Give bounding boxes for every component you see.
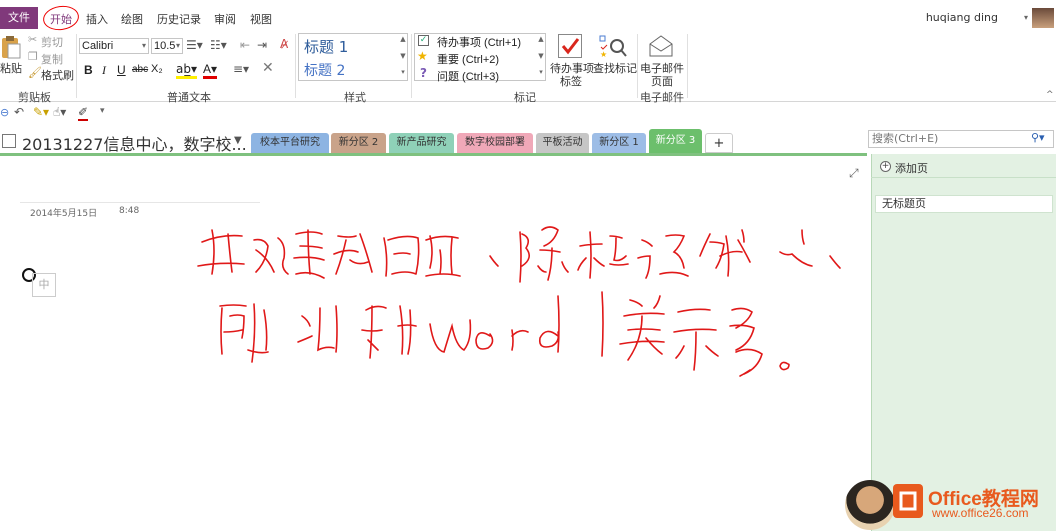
- tab-draw[interactable]: 绘图: [121, 11, 143, 27]
- notebook-icon[interactable]: [2, 134, 16, 148]
- subscript-button[interactable]: X₂: [151, 63, 163, 75]
- styles-scroll-down-icon[interactable]: ▼: [398, 52, 408, 60]
- copy-icon[interactable]: ❐: [28, 50, 38, 63]
- back-icon[interactable]: ⊖: [0, 106, 9, 119]
- font-color-icon[interactable]: A▾: [203, 62, 218, 79]
- user-avatar[interactable]: [1032, 8, 1054, 28]
- file-menu-button[interactable]: 文件: [0, 7, 38, 29]
- align-icon[interactable]: ≡▾: [233, 62, 249, 76]
- cut-button[interactable]: 剪切: [41, 34, 63, 50]
- ribbon-divider: [411, 34, 412, 98]
- tab-section-6[interactable]: 新分区 1: [592, 133, 646, 153]
- email-page-button-line2[interactable]: 页面: [651, 73, 673, 89]
- tab-view[interactable]: 视图: [250, 11, 272, 27]
- tab-section-7[interactable]: 新分区 3: [649, 129, 702, 153]
- tab-section-2[interactable]: 新分区 2: [331, 133, 386, 153]
- ribbon-divider: [76, 34, 77, 98]
- watermark-url: www.office26.com: [932, 506, 1029, 520]
- handwriting-ink[interactable]: [190, 200, 850, 390]
- tab-section-4[interactable]: 数字校园部署: [457, 133, 533, 153]
- decrease-indent-icon[interactable]: ⇤: [240, 38, 250, 52]
- section-underline: [0, 153, 867, 156]
- tag-todo[interactable]: 待办事项 (Ctrl+1): [437, 34, 521, 50]
- highlight-icon[interactable]: ab̲▾: [176, 62, 197, 79]
- star-icon: ★: [417, 49, 428, 63]
- styles-scroll-up-icon[interactable]: ▲: [398, 35, 408, 43]
- ink-color-icon[interactable]: ✐: [78, 105, 89, 121]
- find-tags-icon[interactable]: ★: [598, 34, 628, 59]
- font-size-combo[interactable]: 10.5: [151, 38, 183, 54]
- add-page-button[interactable]: 添加页: [895, 160, 928, 176]
- office-logo-icon: [893, 484, 923, 518]
- tag-question[interactable]: 问题 (Ctrl+3): [437, 68, 499, 84]
- copy-button[interactable]: 复制: [41, 51, 63, 67]
- watermark-portrait: [845, 480, 895, 530]
- question-icon: ?: [420, 66, 427, 80]
- style-heading1[interactable]: 标题 1: [304, 36, 348, 57]
- collapse-ribbon-icon[interactable]: ^: [1046, 90, 1054, 100]
- tab-section-3[interactable]: 新产品研究: [389, 133, 454, 153]
- tags-more-icon[interactable]: ▾: [536, 68, 546, 76]
- page-item[interactable]: 无标题页: [875, 195, 1053, 213]
- tab-insert[interactable]: 插入: [86, 11, 108, 27]
- bullets-icon[interactable]: ☰▾: [186, 38, 203, 52]
- pen-icon[interactable]: ✎▾: [33, 105, 49, 119]
- font-name-combo[interactable]: Calibri: [79, 38, 149, 54]
- styles-more-icon[interactable]: ▾: [398, 68, 408, 76]
- cut-icon[interactable]: ✂: [28, 33, 37, 46]
- page-date: 2014年5月15日: [30, 209, 98, 219]
- tag-important[interactable]: 重要 (Ctrl+2): [437, 51, 499, 67]
- find-tags-button[interactable]: 查找标记: [593, 60, 637, 76]
- notebook-dropdown-icon[interactable]: ▼: [234, 135, 242, 146]
- tab-section-1[interactable]: 校本平台研究: [251, 133, 329, 153]
- expand-icon[interactable]: ⤢: [849, 166, 859, 181]
- touch-mode-icon[interactable]: ☝▾: [53, 105, 66, 119]
- ribbon-divider: [637, 34, 638, 98]
- add-page-icon[interactable]: +: [880, 161, 891, 172]
- undo-icon[interactable]: ↶: [14, 105, 24, 119]
- ime-indicator-icon: 中: [32, 273, 56, 297]
- tags-scroll-down-icon[interactable]: ▼: [536, 52, 546, 60]
- tab-review[interactable]: 审阅: [214, 11, 236, 27]
- tags-scroll-up-icon[interactable]: ▲: [536, 35, 546, 43]
- notebook-title[interactable]: 20131227信息中心，数字校...: [22, 131, 247, 155]
- tab-section-5[interactable]: 平板活动: [536, 133, 589, 153]
- checkbox-icon: ✓: [418, 35, 429, 46]
- paste-button[interactable]: 粘贴: [0, 60, 22, 76]
- quick-access-toolbar: [0, 103, 1056, 125]
- tab-history[interactable]: 历史记录: [157, 11, 201, 27]
- email-page-icon[interactable]: [648, 34, 674, 58]
- delete-icon[interactable]: ✕: [262, 60, 274, 76]
- search-icon[interactable]: ⚲▾: [1031, 131, 1045, 144]
- format-painter-button[interactable]: 格式刷: [41, 67, 74, 83]
- ribbon-divider: [687, 34, 688, 98]
- ribbon-divider: [295, 34, 296, 98]
- strikethrough-button[interactable]: abc: [132, 64, 148, 75]
- user-name[interactable]: huqiang ding: [926, 11, 998, 24]
- pages-divider: [871, 177, 1056, 178]
- style-heading2[interactable]: 标题 2: [304, 60, 345, 80]
- format-painter-icon[interactable]: 🖌: [28, 66, 42, 79]
- underline-button[interactable]: U: [117, 63, 126, 77]
- customize-toolbar-icon[interactable]: ▾: [100, 106, 105, 116]
- increase-indent-icon[interactable]: ⇥: [257, 38, 267, 52]
- user-dropdown-icon[interactable]: ▾: [1024, 13, 1028, 22]
- todo-tag-button-line2[interactable]: 标签: [560, 73, 582, 89]
- add-section-button[interactable]: +: [705, 133, 733, 153]
- clear-formatting-icon[interactable]: A̷: [280, 37, 288, 51]
- todo-tag-icon[interactable]: [558, 34, 582, 58]
- numbering-icon[interactable]: ☷▾: [210, 38, 227, 52]
- bold-button[interactable]: B: [84, 63, 93, 77]
- paste-icon[interactable]: [0, 34, 22, 60]
- svg-text:★: ★: [600, 50, 607, 58]
- search-input[interactable]: 搜索(Ctrl+E): [868, 130, 1054, 148]
- italic-button[interactable]: I: [102, 63, 106, 78]
- page-time: 8:48: [119, 206, 140, 216]
